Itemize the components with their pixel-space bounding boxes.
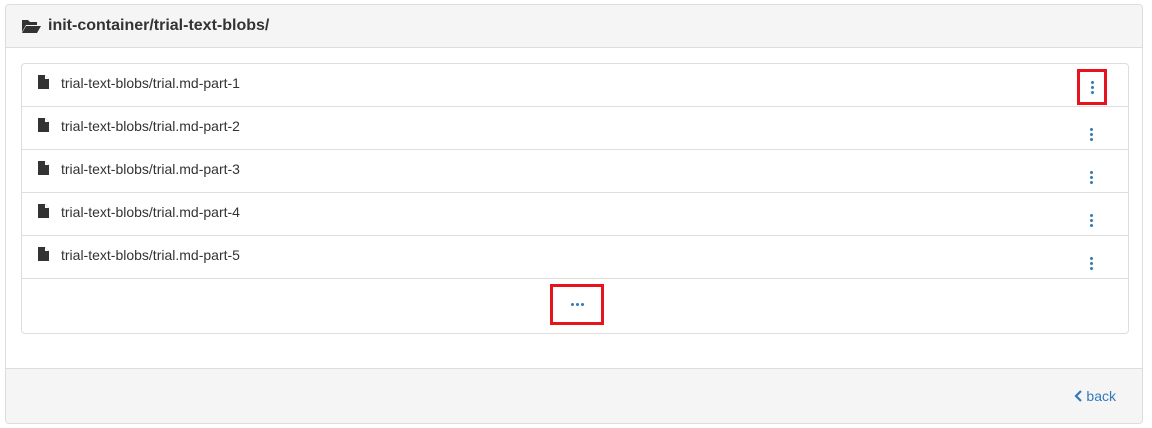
file-name[interactable]: trial-text-blobs/trial.md-part-5 xyxy=(61,247,240,263)
back-link[interactable]: back xyxy=(1074,388,1116,404)
kebab-dot xyxy=(1089,170,1093,174)
kebab-dot xyxy=(1090,90,1094,94)
back-label: back xyxy=(1086,388,1116,404)
file-icon xyxy=(38,247,49,261)
list-item: trial-text-blobs/trial.md-part-2 xyxy=(22,107,1128,150)
list-item: trial-text-blobs/trial.md-part-4 xyxy=(22,193,1128,236)
ellipsis-icon xyxy=(580,303,584,306)
list-item: trial-text-blobs/trial.md-part-5 xyxy=(22,236,1128,279)
more-options-button[interactable] xyxy=(1084,123,1098,145)
kebab-dot xyxy=(1089,137,1093,141)
file-name[interactable]: trial-text-blobs/trial.md-part-3 xyxy=(61,161,240,177)
more-options-button[interactable] xyxy=(1077,69,1107,105)
file-icon xyxy=(38,118,49,132)
panel-footer: back xyxy=(6,368,1142,423)
panel-title: init-container/trial-text-blobs/ xyxy=(48,17,270,34)
kebab-dot xyxy=(1089,266,1093,270)
kebab-dot xyxy=(1089,127,1093,131)
load-more-button[interactable] xyxy=(550,284,604,325)
chevron-left-icon xyxy=(1074,390,1083,402)
more-options-button[interactable] xyxy=(1084,209,1098,231)
ellipsis-icon xyxy=(575,303,579,306)
load-more-row xyxy=(22,279,1128,333)
kebab-dot xyxy=(1089,175,1093,179)
kebab-dot xyxy=(1089,261,1093,265)
kebab-dot xyxy=(1089,180,1093,184)
panel-body: trial-text-blobs/trial.md-part-1 trial-t… xyxy=(6,48,1142,370)
list-item: trial-text-blobs/trial.md-part-1 xyxy=(22,64,1128,107)
kebab-dot xyxy=(1090,80,1094,84)
kebab-dot xyxy=(1090,85,1094,89)
more-options-button[interactable] xyxy=(1084,166,1098,188)
kebab-dot xyxy=(1089,256,1093,260)
file-name[interactable]: trial-text-blobs/trial.md-part-1 xyxy=(61,75,240,91)
file-icon xyxy=(38,161,49,175)
file-name[interactable]: trial-text-blobs/trial.md-part-2 xyxy=(61,118,240,134)
list-item: trial-text-blobs/trial.md-part-3 xyxy=(22,150,1128,193)
kebab-dot xyxy=(1089,132,1093,136)
ellipsis-icon xyxy=(570,303,574,306)
panel-heading: init-container/trial-text-blobs/ xyxy=(6,5,1142,48)
more-options-button[interactable] xyxy=(1084,252,1098,274)
kebab-dot xyxy=(1089,213,1093,217)
file-icon xyxy=(38,204,49,218)
file-name[interactable]: trial-text-blobs/trial.md-part-4 xyxy=(61,204,240,220)
kebab-dot xyxy=(1089,223,1093,227)
file-list: trial-text-blobs/trial.md-part-1 trial-t… xyxy=(21,63,1129,334)
kebab-dot xyxy=(1089,218,1093,222)
folder-open-icon xyxy=(22,20,41,33)
file-icon xyxy=(38,75,49,89)
blob-browser-panel: init-container/trial-text-blobs/ trial-t… xyxy=(5,4,1143,424)
